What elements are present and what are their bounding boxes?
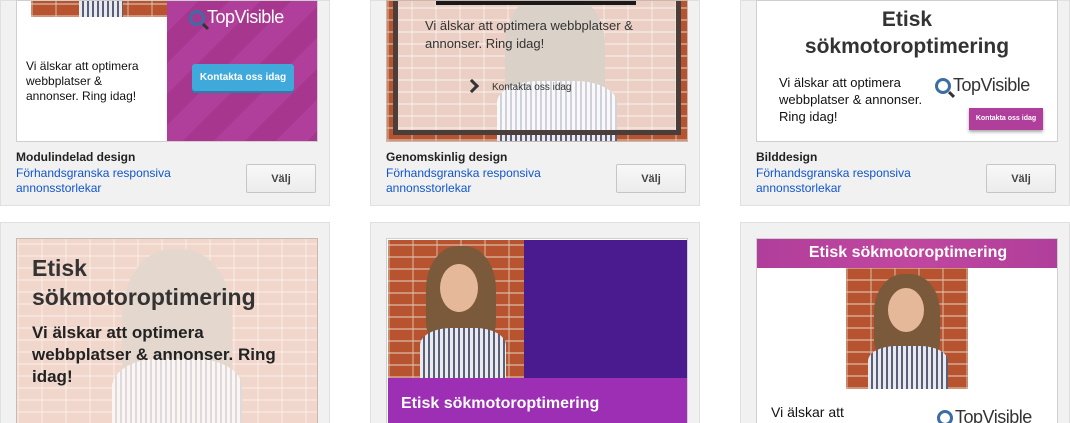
template-card-header[interactable]: Etisk sökmotoroptimering Vi älskar att T…: [740, 222, 1070, 423]
ad-headline: Etisk sökmotoroptimering: [804, 8, 1010, 58]
preview-sizes-link[interactable]: Förhandsgranska responsiva annonsstorlek…: [386, 166, 586, 196]
template-card-purple[interactable]: Etisk sökmotoroptimering: [370, 222, 700, 423]
ad-preview-header: Etisk sökmotoroptimering Vi älskar att T…: [756, 238, 1058, 423]
person-image: [71, 1, 131, 17]
person-image: [418, 246, 508, 378]
ad-photo: [388, 240, 524, 378]
ad-body-text: Vi älskar att optimera webbplatser & ann…: [779, 75, 923, 124]
preview-sizes-link[interactable]: Förhandsgranska responsiva annonsstorlek…: [16, 166, 216, 196]
ad-photo: [846, 268, 968, 389]
ad-cta-text: Kontakta oss idag: [492, 82, 572, 93]
ad-preview-image: Etisk sökmotoroptimering Vi älskar att o…: [756, 0, 1058, 142]
magnifier-icon: [937, 409, 953, 423]
template-card-modular[interactable]: TopVisible Vi älskar att optimera webbpl…: [0, 0, 330, 206]
ad-purple-panel: [524, 240, 687, 378]
ad-body-text: Vi älskar att: [771, 404, 844, 420]
ad-body-text: Vi älskar att optimera webbplatser & ann…: [32, 323, 276, 386]
topvisible-logo: TopVisible: [935, 75, 1030, 96]
ad-preview-faded: Etisk sökmotoroptimering Vi älskar att o…: [16, 238, 318, 423]
select-button[interactable]: Välj: [616, 164, 686, 193]
ad-cta-button: Kontakta oss idag: [969, 108, 1043, 130]
ad-headline: Etisk sökmotoroptimering: [808, 244, 1008, 261]
magnifier-icon: [935, 77, 951, 94]
ad-preview-transparent: Vi älskar att optimera webbplatser & ann…: [386, 0, 688, 142]
person-image: [866, 274, 950, 389]
magnifier-icon: [189, 9, 205, 26]
select-button[interactable]: Välj: [246, 164, 316, 193]
ad-preview-purple: Etisk sökmotoroptimering: [386, 238, 688, 423]
ad-preview-modular: TopVisible Vi älskar att optimera webbpl…: [16, 0, 318, 142]
card-title: Modulindelad design: [16, 150, 136, 164]
preview-sizes-link[interactable]: Förhandsgranska responsiva annonsstorlek…: [756, 166, 956, 196]
select-button[interactable]: Välj: [986, 164, 1056, 193]
ad-body-text: Vi älskar att optimera webbplatser & ann…: [425, 18, 633, 51]
topvisible-logo: TopVisible: [189, 7, 284, 28]
template-card-faded[interactable]: Etisk sökmotoroptimering Vi älskar att o…: [0, 222, 330, 423]
topvisible-logo: TopVisible: [937, 407, 1032, 423]
template-card-transparent[interactable]: Vi älskar att optimera webbplatser & ann…: [370, 0, 700, 206]
ad-top-bar: [436, 1, 636, 5]
ad-headline: Etisk sökmotoroptimering: [401, 395, 600, 412]
card-title: Genomskinlig design: [386, 150, 508, 164]
card-title: Bilddesign: [756, 150, 818, 164]
ad-headline: Etisk sökmotoroptimering: [32, 255, 256, 310]
template-card-image[interactable]: Etisk sökmotoroptimering Vi älskar att o…: [740, 0, 1070, 206]
ad-body-text: Vi älskar att optimera webbplatser & ann…: [26, 59, 139, 103]
ad-cta-button: Kontakta oss idag: [192, 64, 294, 91]
ad-photo: [31, 1, 171, 17]
